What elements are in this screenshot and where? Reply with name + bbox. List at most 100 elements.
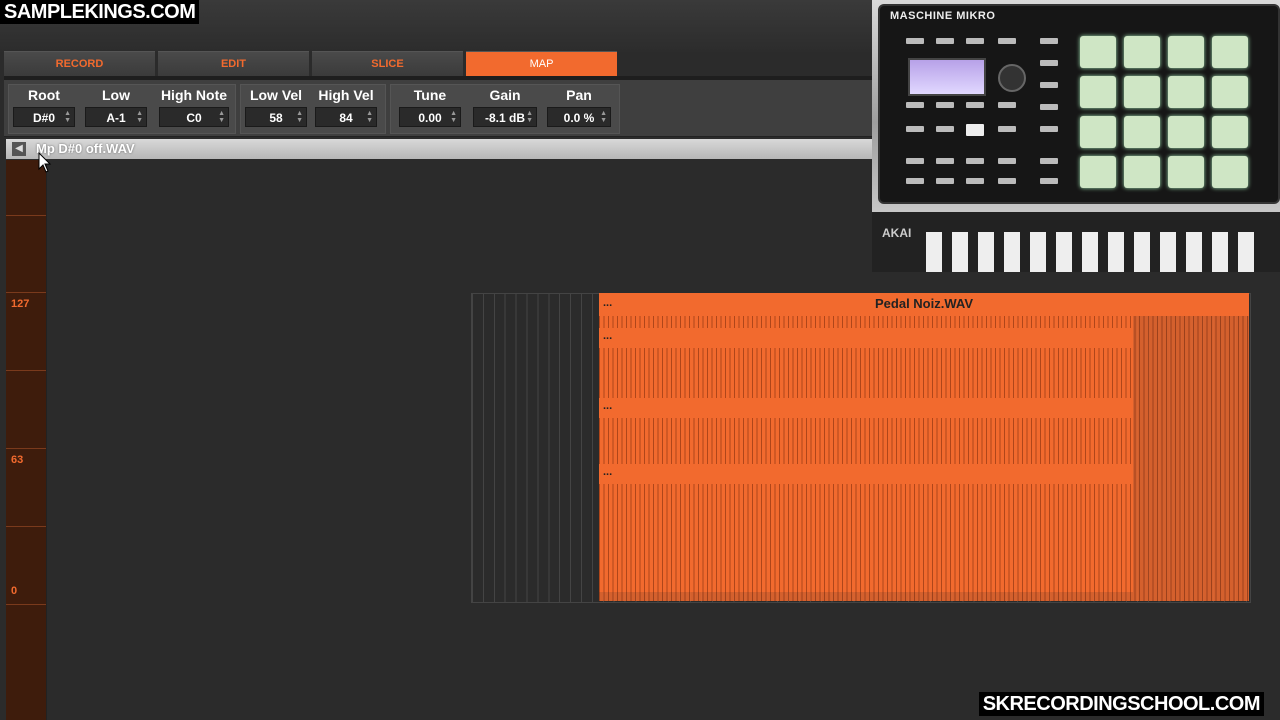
keyboard-key [1082, 232, 1098, 272]
low-note-label: Low Note [100, 87, 131, 123]
ruler-tick [6, 526, 46, 527]
hardware-knob-icon [998, 64, 1026, 92]
keyboard-key [1160, 232, 1176, 272]
hardware-button [936, 102, 954, 108]
keyboard-key [1030, 232, 1046, 272]
tab-record[interactable]: RECORD [4, 51, 155, 77]
gain-label: Gain [489, 87, 521, 103]
watermark-bottom: SKRECORDINGSCHOOL.COM [978, 692, 1264, 716]
keyboard-key [1108, 232, 1124, 272]
hardware-button [936, 126, 954, 132]
low-note-param: Low Note A-1 ▲▼ [85, 85, 147, 127]
low-note-value-field[interactable]: A-1 ▲ ▼ [85, 107, 147, 127]
sample-row[interactable]: ◀ Mp D#0 off.WAV [6, 139, 872, 159]
zone-pedal-noiz-header[interactable]: ... Pedal Noiz.WAV [599, 293, 1249, 316]
tone-group: Tune 0.00 ▲ ▼ Gain -8.1 dB ▲ ▼ Pan 0.0 % ▲ ▼ [390, 84, 620, 134]
hardware-pad [1080, 76, 1116, 108]
hardware-pad [1212, 36, 1248, 68]
keyboard-key [978, 232, 994, 272]
velocity-range-group: Low Vel 58 ▲ ▼ High Vel 84 ▲ ▼ [240, 84, 386, 134]
hardware-pad [1212, 116, 1248, 148]
zone-title: Pedal Noiz.WAV [875, 296, 973, 311]
hardware-button [966, 102, 984, 108]
low-note-stepper-icon[interactable]: ▲ ▼ [136, 110, 143, 124]
hardware-button [906, 102, 924, 108]
zone-stripes [599, 316, 1133, 592]
keyboard-key [1134, 232, 1150, 272]
zone-layer-2[interactable]: ... [599, 398, 1133, 418]
gain-stepper-icon[interactable]: ▲ ▼ [526, 110, 533, 124]
high-note-value-field[interactable]: C0 ▲ ▼ [159, 107, 229, 127]
low-vel-value-field[interactable]: 58 ▲ ▼ [245, 107, 307, 127]
zone-stack-body[interactable] [599, 316, 1133, 592]
zone-parameters-panel: Root D#0 ▲▼ Low Note A-1 ▲▼ High Note C0 ▲▼… [4, 80, 872, 137]
keyboard-key [1186, 232, 1202, 272]
tune-label: Tune [413, 87, 447, 103]
pan-value-field[interactable]: 0.0 % ▲ ▼ [547, 107, 611, 127]
maschine-mikro-body: MASCHINE MIKRO [878, 4, 1280, 204]
high-vel-param: High Vel 84 ▲ ▼ [315, 85, 377, 127]
hardware-button [998, 38, 1016, 44]
keyboard-key [926, 232, 942, 272]
hardware-button [966, 178, 984, 184]
ruler-tick [6, 215, 46, 216]
pan-param: Pan 0.0 % ▲ ▼ [547, 85, 611, 127]
hardware-button [966, 38, 984, 44]
ruler-label-0: 0 [11, 585, 18, 597]
zone-menu-icon[interactable]: ... [603, 330, 612, 342]
zone-layer-1[interactable]: ... [599, 328, 1133, 348]
tab-edit[interactable]: EDIT [158, 51, 309, 77]
tune-value: 0.00 [418, 111, 442, 125]
velocity-ruler: 127 63 0 [6, 160, 47, 720]
low-vel-value: 58 [269, 111, 283, 125]
speaker-icon[interactable]: ◀ [12, 142, 26, 156]
hardware-pad [1212, 76, 1248, 108]
high-vel-value-field[interactable]: 84 ▲ ▼ [315, 107, 377, 127]
hardware-button [998, 126, 1016, 132]
tab-map[interactable]: MAP [466, 51, 617, 77]
high-vel-stepper-icon[interactable]: ▲ ▼ [366, 110, 373, 124]
ruler-label-127: 127 [11, 298, 30, 310]
keyboard-key [952, 232, 968, 272]
hardware-button [1040, 82, 1058, 88]
hardware-button [936, 38, 954, 44]
hardware-pad [1124, 36, 1160, 68]
watermark-top: SAMPLEKINGS.COM [0, 0, 200, 24]
ruler-label-63: 63 [11, 454, 24, 466]
tab-slice[interactable]: SLICE [312, 51, 463, 77]
keyboard-key [1004, 232, 1020, 272]
high-note-label: High Note [160, 87, 228, 103]
low-vel-stepper-icon[interactable]: ▲ ▼ [296, 110, 303, 124]
hardware-controller-photo: MASCHINE MIKRO AKAI [872, 0, 1280, 272]
ruler-tick [6, 370, 46, 371]
pan-value: 0.0 % [563, 111, 595, 125]
zone-menu-icon[interactable]: ... [603, 400, 612, 412]
tune-value-field[interactable]: 0.00 ▲ ▼ [399, 107, 461, 127]
hardware-pad [1124, 156, 1160, 188]
zone-menu-icon[interactable]: ... [603, 466, 612, 478]
hardware-button [966, 124, 984, 136]
note-range-group: Root D#0 ▲▼ Low Note A-1 ▲▼ High Note C0 ▲▼ [8, 84, 236, 134]
low-note-value: A-1 [106, 111, 126, 125]
zone-layer-3[interactable]: ... [599, 464, 1133, 484]
gain-param: Gain -8.1 dB ▲ ▼ [473, 85, 537, 127]
gain-value-field[interactable]: -8.1 dB ▲ ▼ [473, 107, 537, 127]
hardware-button [998, 102, 1016, 108]
low-vel-label: Low Vel [249, 87, 303, 103]
hardware-button [936, 178, 954, 184]
hardware-button [1040, 104, 1058, 110]
keyboard-key [1056, 232, 1072, 272]
hardware-pad [1168, 156, 1204, 188]
tune-stepper-icon[interactable]: ▲ ▼ [450, 110, 457, 124]
pan-stepper-icon[interactable]: ▲ ▼ [600, 110, 607, 124]
hardware-pad [1168, 76, 1204, 108]
ruler-tick [6, 292, 46, 293]
gain-value: -8.1 dB [484, 111, 525, 125]
akai-keyboard: AKAI [872, 212, 1280, 272]
high-note-stepper-icon[interactable]: ▲ ▼ [218, 110, 225, 124]
hardware-button [1040, 60, 1058, 66]
mouse-cursor-icon [38, 152, 52, 173]
high-note-param: High Note C0 ▲ ▼ [159, 85, 229, 127]
root-stepper-icon[interactable]: ▲ ▼ [64, 110, 71, 124]
root-value-field[interactable]: D#0 ▲ ▼ [13, 107, 75, 127]
